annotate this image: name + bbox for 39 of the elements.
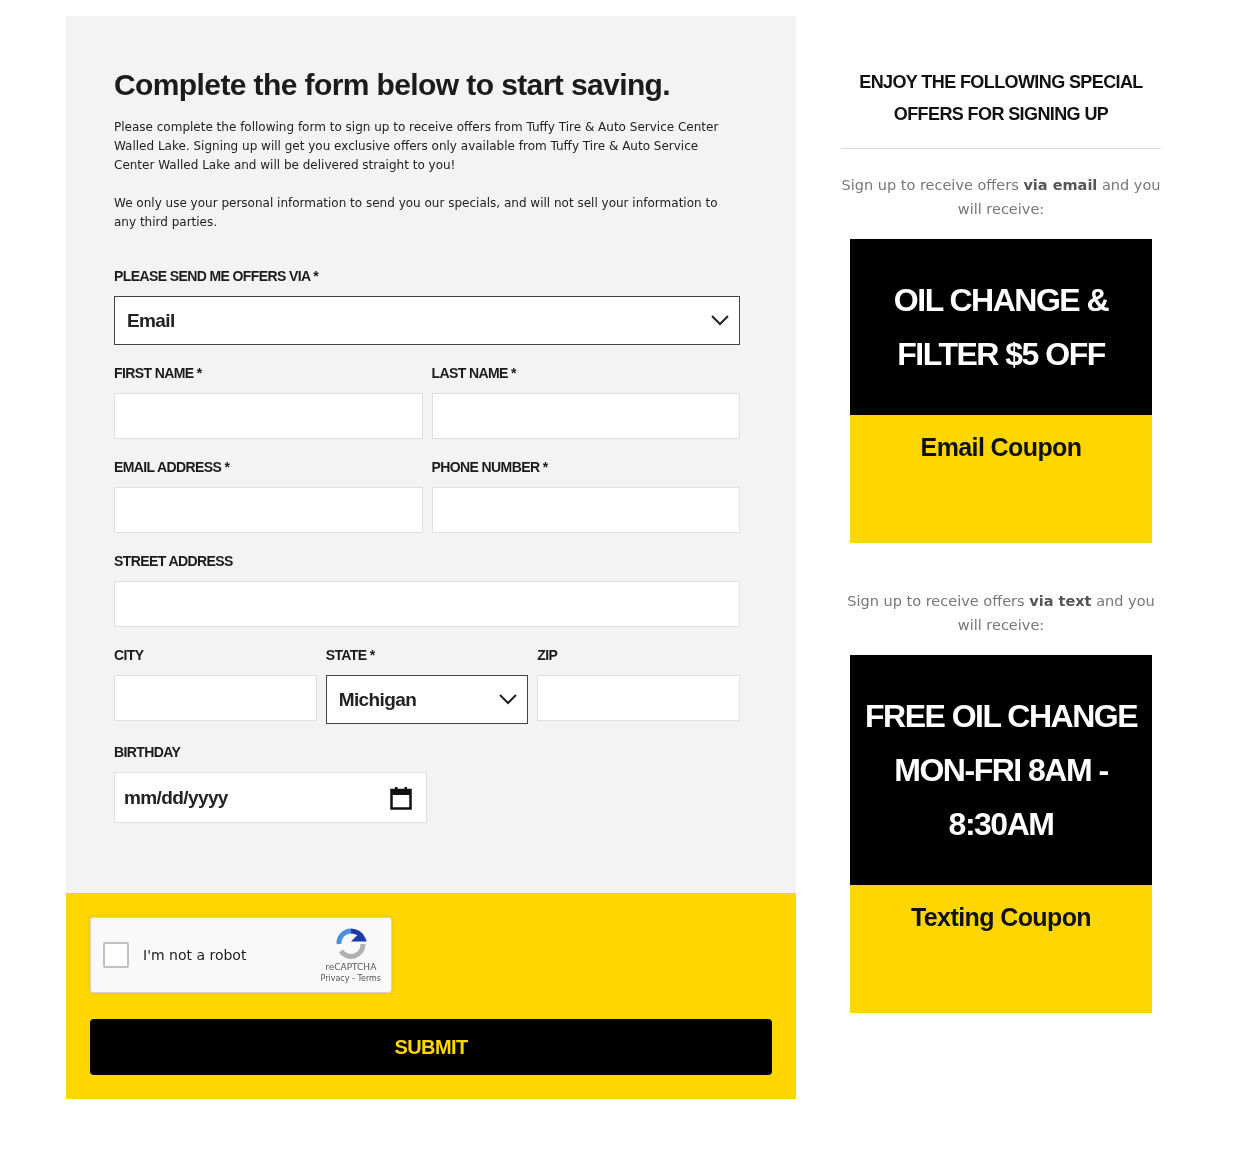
field-label: FIRST NAME *	[114, 365, 203, 381]
field-label: STREET ADDRESS	[114, 553, 234, 569]
input-field[interactable]	[114, 675, 317, 721]
coupon-title: FREE OIL CHANGE MON-FRI 8AM - 8:30AM	[850, 655, 1152, 885]
coupon-label: Texting Coupon	[850, 885, 1152, 1013]
paragraph: We only use your personal information to send you our specials, and will not sell your information to any third parties.	[114, 195, 719, 231]
field-label: STATE *	[325, 647, 376, 663]
paragraph: Please complete the following form to sign up to receive offers from Tuffy Tire & Auto Service Center Walled Lake. Signing up will get you exclusive offers only available from Tuffy Tire & Auto Service Center Walled Lake and will be delivered straight to you!	[114, 119, 720, 174]
input-field[interactable]	[431, 487, 740, 533]
captcha-brand: reCAPTCHA	[325, 961, 377, 972]
field-label: PHONE NUMBER *	[431, 459, 549, 475]
captcha-links[interactable]: Privacy - Terms	[320, 973, 381, 983]
form-heading: Complete the form below to start saving.	[114, 68, 672, 102]
checkbox[interactable]	[103, 942, 129, 968]
checkbox-label: I'm not a robot	[143, 947, 248, 963]
dropdown[interactable]: Email	[114, 296, 740, 345]
chevron-down-icon	[499, 694, 518, 705]
recaptcha-icon	[334, 927, 367, 960]
date-field[interactable]: mm/dd/yyyy	[114, 772, 427, 823]
offers-heading: ENJOY THE FOLLOWING SPECIAL OFFERS FOR SIGNING UP	[841, 66, 1161, 149]
dropdown[interactable]: Michigan	[325, 675, 529, 724]
coupon-label: Email Coupon	[850, 415, 1152, 543]
input-field[interactable]	[537, 675, 740, 721]
input-field[interactable]	[114, 487, 423, 533]
field-label: ZIP	[537, 647, 559, 663]
field-label: BIRTHDAY	[114, 744, 182, 760]
chevron-down-icon	[711, 315, 729, 326]
submit-button[interactable]: SUBMIT	[90, 1019, 772, 1075]
calendar-icon	[390, 785, 412, 810]
offer-intro: Sign up to receive offers via text and you will receive:	[846, 592, 1156, 635]
offer-intro: Sign up to receive offers via email and you will receive:	[841, 176, 1161, 219]
coupon-title: OIL CHANGE & FILTER $5 OFF	[850, 239, 1152, 415]
field-label: EMAIL ADDRESS *	[114, 459, 231, 475]
input-field[interactable]	[114, 581, 740, 627]
field-label: CITY	[114, 647, 145, 663]
input-field[interactable]	[114, 393, 423, 439]
field-label: PLEASE SEND ME OFFERS VIA *	[114, 268, 320, 284]
input-field[interactable]	[431, 393, 740, 439]
field-label: LAST NAME *	[431, 365, 518, 381]
